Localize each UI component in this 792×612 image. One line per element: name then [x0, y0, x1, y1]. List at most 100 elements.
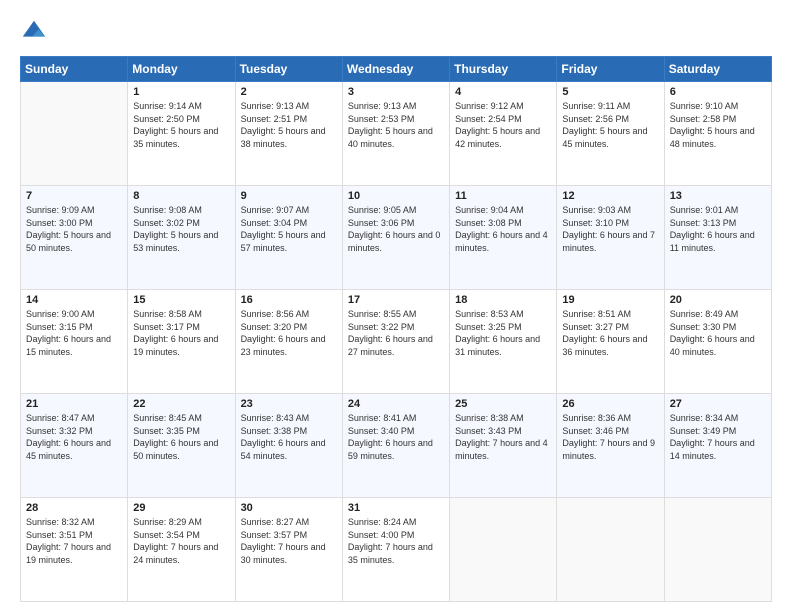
- page: SundayMondayTuesdayWednesdayThursdayFrid…: [0, 0, 792, 612]
- day-number: 20: [670, 294, 766, 306]
- day-number: 28: [26, 502, 122, 514]
- day-info: Sunrise: 9:13 AMSunset: 2:53 PMDaylight:…: [348, 100, 444, 150]
- day-number: 11: [455, 190, 551, 202]
- calendar-cell: 25 Sunrise: 8:38 AMSunset: 3:43 PMDaylig…: [450, 394, 557, 498]
- day-info: Sunrise: 8:38 AMSunset: 3:43 PMDaylight:…: [455, 412, 551, 462]
- logo-icon: [20, 18, 48, 46]
- calendar-cell: 13 Sunrise: 9:01 AMSunset: 3:13 PMDaylig…: [664, 186, 771, 290]
- day-number: 25: [455, 398, 551, 410]
- day-number: 23: [241, 398, 337, 410]
- day-info: Sunrise: 9:12 AMSunset: 2:54 PMDaylight:…: [455, 100, 551, 150]
- day-number: 6: [670, 86, 766, 98]
- calendar-cell: 16 Sunrise: 8:56 AMSunset: 3:20 PMDaylig…: [235, 290, 342, 394]
- day-info: Sunrise: 8:36 AMSunset: 3:46 PMDaylight:…: [562, 412, 658, 462]
- day-info: Sunrise: 9:13 AMSunset: 2:51 PMDaylight:…: [241, 100, 337, 150]
- day-number: 22: [133, 398, 229, 410]
- calendar-cell: 28 Sunrise: 8:32 AMSunset: 3:51 PMDaylig…: [21, 498, 128, 602]
- weekday-header-monday: Monday: [128, 57, 235, 82]
- day-info: Sunrise: 9:09 AMSunset: 3:00 PMDaylight:…: [26, 204, 122, 254]
- day-number: 1: [133, 86, 229, 98]
- calendar-cell: [664, 498, 771, 602]
- day-number: 2: [241, 86, 337, 98]
- day-number: 5: [562, 86, 658, 98]
- day-info: Sunrise: 8:47 AMSunset: 3:32 PMDaylight:…: [26, 412, 122, 462]
- day-info: Sunrise: 9:01 AMSunset: 3:13 PMDaylight:…: [670, 204, 766, 254]
- calendar-week-5: 28 Sunrise: 8:32 AMSunset: 3:51 PMDaylig…: [21, 498, 772, 602]
- day-info: Sunrise: 8:58 AMSunset: 3:17 PMDaylight:…: [133, 308, 229, 358]
- day-number: 21: [26, 398, 122, 410]
- day-number: 10: [348, 190, 444, 202]
- day-number: 30: [241, 502, 337, 514]
- day-info: Sunrise: 8:45 AMSunset: 3:35 PMDaylight:…: [133, 412, 229, 462]
- day-number: 9: [241, 190, 337, 202]
- calendar-cell: 6 Sunrise: 9:10 AMSunset: 2:58 PMDayligh…: [664, 82, 771, 186]
- day-info: Sunrise: 8:49 AMSunset: 3:30 PMDaylight:…: [670, 308, 766, 358]
- day-info: Sunrise: 8:29 AMSunset: 3:54 PMDaylight:…: [133, 516, 229, 566]
- day-info: Sunrise: 9:14 AMSunset: 2:50 PMDaylight:…: [133, 100, 229, 150]
- day-info: Sunrise: 8:32 AMSunset: 3:51 PMDaylight:…: [26, 516, 122, 566]
- weekday-header-row: SundayMondayTuesdayWednesdayThursdayFrid…: [21, 57, 772, 82]
- day-info: Sunrise: 8:53 AMSunset: 3:25 PMDaylight:…: [455, 308, 551, 358]
- calendar-week-4: 21 Sunrise: 8:47 AMSunset: 3:32 PMDaylig…: [21, 394, 772, 498]
- weekday-header-wednesday: Wednesday: [342, 57, 449, 82]
- day-number: 26: [562, 398, 658, 410]
- day-number: 19: [562, 294, 658, 306]
- calendar-week-3: 14 Sunrise: 9:00 AMSunset: 3:15 PMDaylig…: [21, 290, 772, 394]
- day-info: Sunrise: 8:55 AMSunset: 3:22 PMDaylight:…: [348, 308, 444, 358]
- calendar-cell: 11 Sunrise: 9:04 AMSunset: 3:08 PMDaylig…: [450, 186, 557, 290]
- day-number: 18: [455, 294, 551, 306]
- calendar-cell: 2 Sunrise: 9:13 AMSunset: 2:51 PMDayligh…: [235, 82, 342, 186]
- weekday-header-thursday: Thursday: [450, 57, 557, 82]
- calendar-cell: 15 Sunrise: 8:58 AMSunset: 3:17 PMDaylig…: [128, 290, 235, 394]
- calendar-cell: 4 Sunrise: 9:12 AMSunset: 2:54 PMDayligh…: [450, 82, 557, 186]
- day-info: Sunrise: 9:11 AMSunset: 2:56 PMDaylight:…: [562, 100, 658, 150]
- calendar-cell: 24 Sunrise: 8:41 AMSunset: 3:40 PMDaylig…: [342, 394, 449, 498]
- calendar-cell: 26 Sunrise: 8:36 AMSunset: 3:46 PMDaylig…: [557, 394, 664, 498]
- calendar-week-1: 1 Sunrise: 9:14 AMSunset: 2:50 PMDayligh…: [21, 82, 772, 186]
- day-number: 7: [26, 190, 122, 202]
- day-info: Sunrise: 8:56 AMSunset: 3:20 PMDaylight:…: [241, 308, 337, 358]
- calendar-cell: [450, 498, 557, 602]
- calendar-table: SundayMondayTuesdayWednesdayThursdayFrid…: [20, 56, 772, 602]
- day-number: 31: [348, 502, 444, 514]
- logo: [20, 18, 52, 46]
- calendar-cell: 9 Sunrise: 9:07 AMSunset: 3:04 PMDayligh…: [235, 186, 342, 290]
- day-info: Sunrise: 9:08 AMSunset: 3:02 PMDaylight:…: [133, 204, 229, 254]
- calendar-cell: 29 Sunrise: 8:29 AMSunset: 3:54 PMDaylig…: [128, 498, 235, 602]
- day-info: Sunrise: 8:51 AMSunset: 3:27 PMDaylight:…: [562, 308, 658, 358]
- day-number: 4: [455, 86, 551, 98]
- day-number: 24: [348, 398, 444, 410]
- calendar-cell: 19 Sunrise: 8:51 AMSunset: 3:27 PMDaylig…: [557, 290, 664, 394]
- calendar-cell: 30 Sunrise: 8:27 AMSunset: 3:57 PMDaylig…: [235, 498, 342, 602]
- weekday-header-saturday: Saturday: [664, 57, 771, 82]
- header: [20, 18, 772, 46]
- calendar-week-2: 7 Sunrise: 9:09 AMSunset: 3:00 PMDayligh…: [21, 186, 772, 290]
- weekday-header-friday: Friday: [557, 57, 664, 82]
- day-info: Sunrise: 8:43 AMSunset: 3:38 PMDaylight:…: [241, 412, 337, 462]
- day-number: 29: [133, 502, 229, 514]
- day-info: Sunrise: 8:34 AMSunset: 3:49 PMDaylight:…: [670, 412, 766, 462]
- day-number: 8: [133, 190, 229, 202]
- day-number: 3: [348, 86, 444, 98]
- calendar-cell: 27 Sunrise: 8:34 AMSunset: 3:49 PMDaylig…: [664, 394, 771, 498]
- calendar-cell: 21 Sunrise: 8:47 AMSunset: 3:32 PMDaylig…: [21, 394, 128, 498]
- calendar-cell: 3 Sunrise: 9:13 AMSunset: 2:53 PMDayligh…: [342, 82, 449, 186]
- day-info: Sunrise: 9:00 AMSunset: 3:15 PMDaylight:…: [26, 308, 122, 358]
- calendar-cell: 12 Sunrise: 9:03 AMSunset: 3:10 PMDaylig…: [557, 186, 664, 290]
- day-number: 27: [670, 398, 766, 410]
- day-number: 15: [133, 294, 229, 306]
- day-info: Sunrise: 9:07 AMSunset: 3:04 PMDaylight:…: [241, 204, 337, 254]
- weekday-header-sunday: Sunday: [21, 57, 128, 82]
- day-info: Sunrise: 9:03 AMSunset: 3:10 PMDaylight:…: [562, 204, 658, 254]
- calendar-cell: 1 Sunrise: 9:14 AMSunset: 2:50 PMDayligh…: [128, 82, 235, 186]
- calendar-cell: 8 Sunrise: 9:08 AMSunset: 3:02 PMDayligh…: [128, 186, 235, 290]
- calendar-cell: 17 Sunrise: 8:55 AMSunset: 3:22 PMDaylig…: [342, 290, 449, 394]
- calendar-cell: 5 Sunrise: 9:11 AMSunset: 2:56 PMDayligh…: [557, 82, 664, 186]
- day-info: Sunrise: 9:04 AMSunset: 3:08 PMDaylight:…: [455, 204, 551, 254]
- day-info: Sunrise: 9:05 AMSunset: 3:06 PMDaylight:…: [348, 204, 444, 254]
- day-number: 16: [241, 294, 337, 306]
- calendar-cell: 10 Sunrise: 9:05 AMSunset: 3:06 PMDaylig…: [342, 186, 449, 290]
- day-info: Sunrise: 8:41 AMSunset: 3:40 PMDaylight:…: [348, 412, 444, 462]
- day-info: Sunrise: 9:10 AMSunset: 2:58 PMDaylight:…: [670, 100, 766, 150]
- calendar-cell: 18 Sunrise: 8:53 AMSunset: 3:25 PMDaylig…: [450, 290, 557, 394]
